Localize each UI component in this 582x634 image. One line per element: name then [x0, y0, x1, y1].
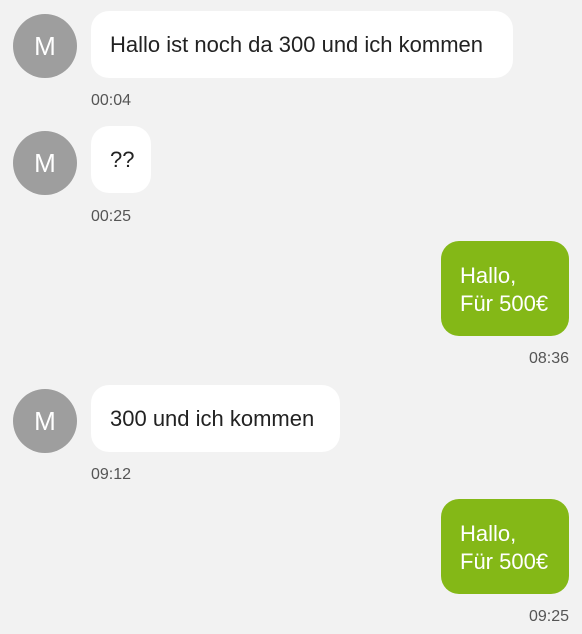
message-text-line: Hallo,	[460, 263, 517, 288]
message-text: Hallo ist noch da 300 und ich kommen	[110, 32, 483, 57]
avatar[interactable]: M	[13, 14, 77, 78]
message-timestamp: 00:04	[91, 92, 132, 109]
avatar[interactable]: M	[13, 131, 77, 195]
message-text: 300 und ich kommen	[110, 406, 315, 431]
chat-thread: M Hallo ist noch da 300 und ich kommen 0…	[0, 0, 582, 634]
avatar[interactable]: M	[13, 389, 77, 453]
message-text: ??	[110, 147, 135, 172]
message-bubble-outgoing[interactable]: Hallo, Für 500€	[441, 241, 569, 336]
message-text-line: Hallo,	[460, 521, 517, 546]
message-text-line: Für 500€	[460, 291, 549, 316]
message-timestamp: 09:25	[528, 608, 569, 625]
message-bubble-incoming[interactable]: Hallo ist noch da 300 und ich kommen	[91, 11, 513, 78]
message-bubble-incoming[interactable]: 300 und ich kommen	[91, 385, 340, 452]
message-text-line: Für 500€	[460, 549, 549, 574]
message-bubble-outgoing[interactable]: Hallo, Für 500€	[441, 499, 569, 594]
message-timestamp: 09:12	[91, 466, 132, 483]
message-timestamp: 08:36	[528, 350, 569, 367]
message-timestamp: 00:25	[91, 208, 132, 225]
message-bubble-incoming[interactable]: ??	[91, 126, 151, 193]
